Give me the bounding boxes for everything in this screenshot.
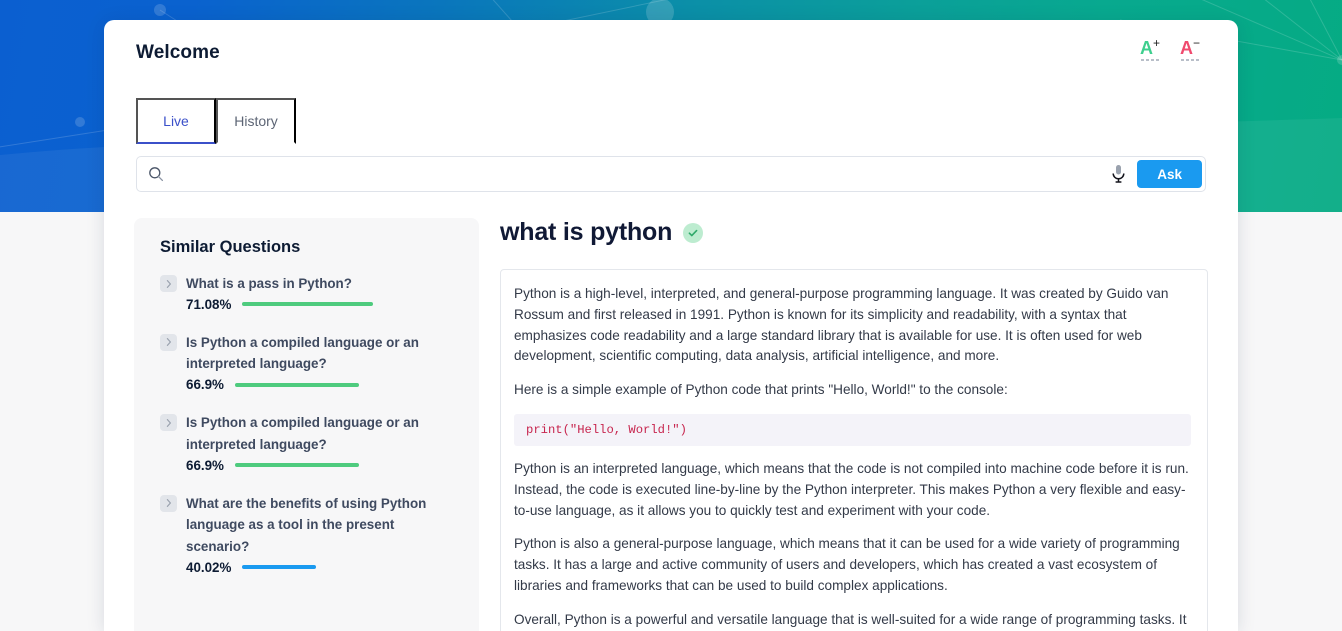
font-decrease-dots-icon [1181, 59, 1199, 61]
similar-question-item[interactable]: Is Python a compiled language or an inte… [160, 412, 455, 473]
similar-question-score-row: 66.9% [186, 377, 455, 392]
similar-question-text[interactable]: Is Python a compiled language or an inte… [186, 332, 455, 375]
similar-question-item[interactable]: Is Python a compiled language or an inte… [160, 332, 455, 392]
app-card: Welcome A + A − Live History Ask Similar… [104, 20, 1238, 631]
answer-paragraph: Python is also a general-purpose languag… [514, 536, 1180, 593]
tab-bar: Live History [104, 98, 1238, 144]
answer-column: what is python Python is a high-level, i… [500, 218, 1238, 631]
similar-question-text[interactable]: What are the benefits of using Python la… [186, 493, 455, 558]
similar-question-item[interactable]: What are the benefits of using Python la… [160, 493, 455, 575]
svg-text:A: A [1180, 38, 1193, 58]
font-increase-icon: A + [1140, 38, 1160, 58]
chevron-right-icon[interactable] [160, 494, 177, 512]
font-size-controls: A + A − [1138, 38, 1208, 72]
font-decrease-button[interactable]: A − [1178, 38, 1208, 72]
chevron-right-icon[interactable] [160, 414, 177, 432]
similar-question-score-row: 71.08% [186, 297, 455, 312]
answer-paragraph: Here is a simple example of Python code … [514, 382, 1008, 398]
font-decrease-icon: A − [1180, 38, 1200, 58]
similar-question-score: 66.9% [186, 457, 224, 473]
answer-header: what is python [500, 218, 1208, 247]
card-body: Similar Questions What is a pass in Pyth… [104, 192, 1238, 631]
similar-question-score-bar [234, 463, 359, 468]
similar-question-head[interactable]: What are the benefits of using Python la… [160, 493, 455, 558]
similar-question-score-bar [242, 565, 317, 570]
answer-paragraph: Python is a high-level, interpreted, and… [514, 286, 1169, 364]
similar-question-item[interactable]: What is a pass in Python? 71.08% [160, 273, 455, 312]
chevron-right-icon[interactable] [160, 333, 177, 351]
code-block: print("Hello, World!") [514, 413, 1191, 446]
similar-question-head[interactable]: What is a pass in Python? [160, 273, 455, 295]
chevron-right-icon[interactable] [160, 275, 177, 292]
similar-question-score: 71.08% [186, 296, 232, 312]
page-title: Welcome [136, 42, 220, 63]
similar-question-score: 66.9% [186, 377, 224, 393]
svg-text:A: A [1140, 38, 1153, 58]
similar-question-text[interactable]: Is Python a compiled language or an inte… [186, 412, 455, 455]
similar-question-score-bar [234, 382, 359, 387]
verified-check-icon [683, 222, 704, 243]
font-increase-dots-icon [1141, 59, 1159, 61]
similar-questions-title: Similar Questions [160, 238, 301, 256]
answer-paragraph: Overall, Python is a powerful and versat… [514, 611, 1187, 627]
similar-question-score: 40.02% [186, 559, 232, 575]
search-icon [148, 166, 164, 182]
similar-question-head[interactable]: Is Python a compiled language or an inte… [160, 332, 455, 375]
font-increase-button[interactable]: A + [1138, 38, 1168, 72]
svg-text:−: − [1193, 38, 1200, 50]
card-header: Welcome A + A − [104, 20, 1238, 98]
microphone-button[interactable] [1103, 159, 1133, 189]
answer-title: what is python [500, 218, 673, 246]
answer-body: Python is a high-level, interpreted, and… [500, 269, 1208, 631]
similar-question-score-row: 40.02% [186, 560, 455, 575]
similar-questions-panel: Similar Questions What is a pass in Pyth… [134, 218, 479, 631]
similar-questions-list: What is a pass in Python? 71.08% Is Python… [160, 273, 455, 575]
search-input[interactable] [172, 157, 1104, 191]
ask-button[interactable]: Ask [1137, 160, 1202, 188]
similar-question-score-row: 66.9% [186, 458, 455, 473]
similar-question-head[interactable]: Is Python a compiled language or an inte… [160, 412, 455, 455]
tab-history[interactable]: History [216, 98, 296, 144]
similar-question-score-bar [242, 302, 374, 307]
microphone-icon [1112, 165, 1125, 183]
tab-live[interactable]: Live [136, 98, 216, 144]
answer-paragraph: Python is an interpreted language, which… [514, 460, 1189, 518]
similar-question-text[interactable]: What is a pass in Python? [186, 273, 352, 295]
svg-text:+: + [1153, 38, 1160, 50]
search-bar: Ask [136, 156, 1206, 192]
